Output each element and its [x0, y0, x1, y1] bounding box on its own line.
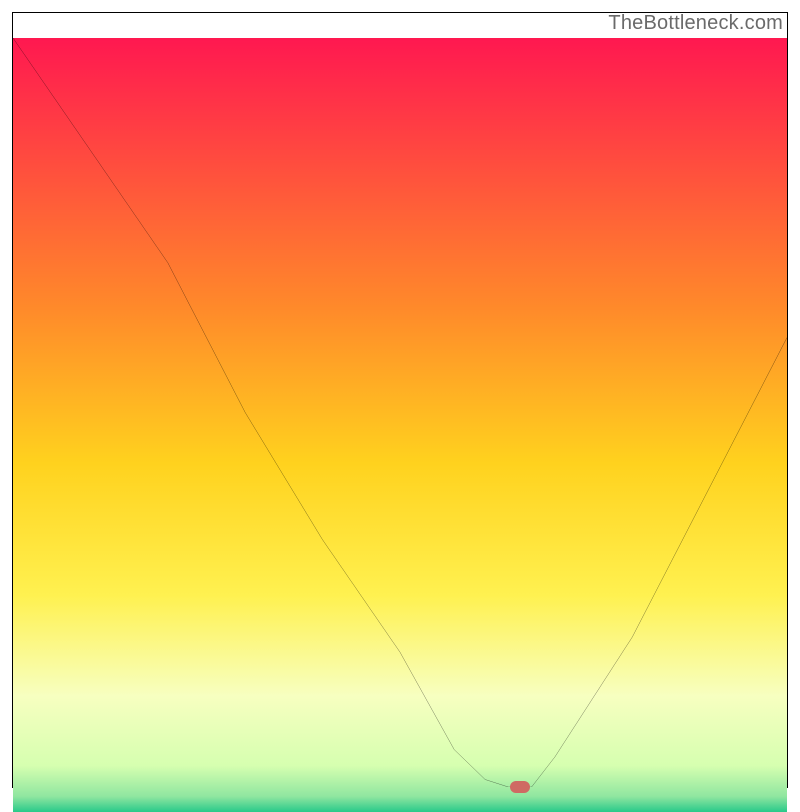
chart-frame: TheBottleneck.com [12, 12, 788, 788]
plot-area [13, 38, 787, 787]
attribution-text: TheBottleneck.com [608, 12, 783, 35]
bottleneck-curve [13, 38, 787, 787]
minimum-marker [510, 781, 530, 793]
